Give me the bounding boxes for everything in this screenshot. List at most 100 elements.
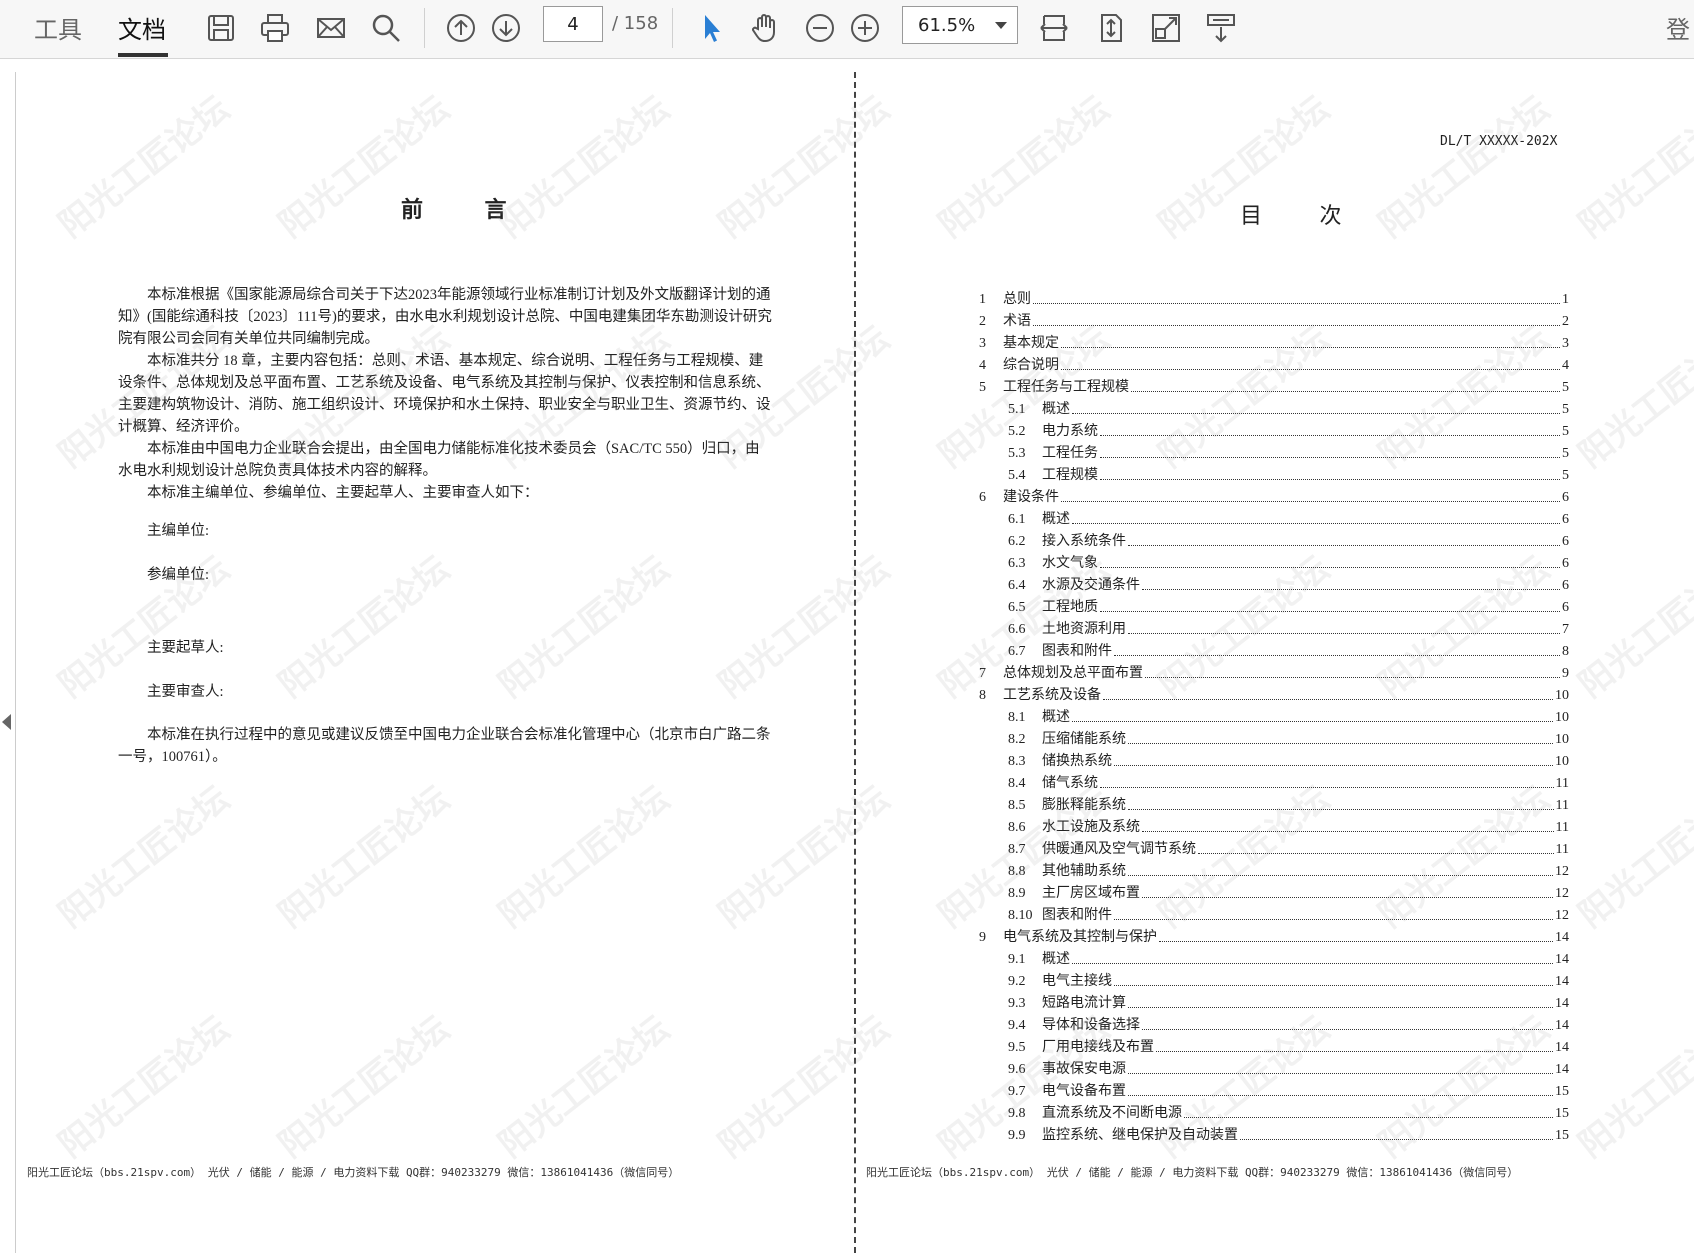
- mail-icon[interactable]: [311, 8, 351, 48]
- preface-paragraph: 本标准主编单位、参编单位、主要起草人、主要审查人如下：: [147, 485, 539, 501]
- toc-page-number: 5: [1562, 402, 1569, 417]
- page-number-input[interactable]: 4: [543, 6, 603, 42]
- toc-entry[interactable]: 7 总体规划及总平面布置 9: [979, 660, 1569, 682]
- page-title: 前 言: [401, 197, 535, 222]
- toc-entry[interactable]: 6.5 工程地质 6: [979, 594, 1569, 616]
- toc-entry[interactable]: 8.5 膨胀释能系统 11: [979, 792, 1569, 814]
- toc-entry-title: 图表和附件: [1042, 908, 1112, 923]
- tab-document[interactable]: 文档: [118, 10, 166, 45]
- prev-page-icon[interactable]: [441, 8, 481, 48]
- toc-entry[interactable]: 6.1 概述 6: [979, 506, 1569, 528]
- toc-page-number: 6: [1562, 600, 1569, 615]
- sidebar-toggle-icon[interactable]: [2, 714, 11, 730]
- toc-entry[interactable]: 9.3 短路电流计算 14: [979, 990, 1569, 1012]
- preface-paragraph: 本标准由中国电力企业联合会提出，由全国电力储能标准化技术委员会（SAC/TC 5…: [118, 441, 760, 479]
- next-page-icon[interactable]: [486, 8, 526, 48]
- save-icon[interactable]: [201, 8, 241, 48]
- toc-entry[interactable]: 5.4 工程规模 5: [979, 462, 1569, 484]
- toc-entry[interactable]: 8.2 压缩储能系统 10: [979, 726, 1569, 748]
- toc-entry-title: 工艺系统及设备: [1003, 688, 1101, 703]
- toc-entry[interactable]: 9.7 电气设备布置 15: [979, 1078, 1569, 1100]
- toc-entry-title: 概述: [1042, 952, 1070, 967]
- toc-entry[interactable]: 9.2 电气主接线 14: [979, 968, 1569, 990]
- toc-leader-dots: [1198, 853, 1554, 854]
- toc-entry-title: 电气主接线: [1042, 974, 1112, 989]
- toc-entry-title: 厂用电接线及布置: [1042, 1040, 1154, 1055]
- hand-icon[interactable]: [745, 8, 785, 48]
- toc-entry[interactable]: 8.10 图表和附件 12: [979, 902, 1569, 924]
- toc-leader-dots: [1128, 633, 1560, 634]
- fit-page-icon[interactable]: [1091, 8, 1131, 48]
- toc-entry[interactable]: 6.6 土地资源利用 7: [979, 616, 1569, 638]
- toc-leader-dots: [1072, 523, 1560, 524]
- toc-entry[interactable]: 8.4 储气系统 11: [979, 770, 1569, 792]
- toc-entry-title: 其他辅助系统: [1042, 864, 1126, 879]
- toc-entry[interactable]: 6 建设条件 6: [979, 484, 1569, 506]
- toc-leader-dots: [1100, 787, 1554, 788]
- toc-entry[interactable]: 5 工程任务与工程规模 5: [979, 374, 1569, 396]
- toc-page-number: 15: [1555, 1106, 1569, 1121]
- toc-entry[interactable]: 8.7 供暖通风及空气调节系统 11: [979, 836, 1569, 858]
- toc-entry-title: 水文气象: [1042, 556, 1098, 571]
- pointer-icon[interactable]: [692, 8, 732, 48]
- zoom-out-icon[interactable]: [800, 8, 840, 48]
- print-icon[interactable]: [255, 8, 295, 48]
- toc-entry[interactable]: 6.3 水文气象 6: [979, 550, 1569, 572]
- toc-number: 3: [979, 336, 986, 351]
- scroll-icon[interactable]: [1201, 8, 1241, 48]
- toc-entry[interactable]: 5.2 电力系统 5: [979, 418, 1569, 440]
- toc-entry-title: 综合说明: [1003, 358, 1059, 373]
- table-of-contents: 1 总则 1 2 术语 2 3 基本规定 3 4 综合说明 4 5 工程任务与工程规模 5 5.1 概述 5 5.2…: [979, 286, 1569, 1144]
- zoom-select[interactable]: 61.5%: [902, 6, 1018, 44]
- search-icon[interactable]: [366, 8, 406, 48]
- toc-entry[interactable]: 8 工艺系统及设备 10: [979, 682, 1569, 704]
- toc-number: 6.2: [1008, 534, 1026, 549]
- toc-entry-title: 水源及交通条件: [1042, 578, 1140, 593]
- toc-entry[interactable]: 8.1 概述 10: [979, 704, 1569, 726]
- feedback-text: 本标准在执行过程中的意见或建议反馈至中国电力企业联合会标准化管理中心（北京市白广…: [118, 724, 772, 768]
- drafters-label: 主要起草人:: [147, 640, 224, 656]
- toc-entry[interactable]: 9.8 直流系统及不间断电源 15: [979, 1100, 1569, 1122]
- toc-entry-title: 主厂房区域布置: [1042, 886, 1140, 901]
- toc-page-number: 12: [1555, 908, 1569, 923]
- toc-entry[interactable]: 5.1 概述 5: [979, 396, 1569, 418]
- preface-paragraph: 本标准共分 18 章，主要内容包括：总则、术语、基本规定、综合说明、工程任务与工…: [118, 353, 771, 435]
- tab-tools[interactable]: 工具: [34, 10, 82, 45]
- login-button[interactable]: 登: [1666, 10, 1690, 45]
- toc-entry[interactable]: 9.1 概述 14: [979, 946, 1569, 968]
- toc-title: 目 次: [1240, 203, 1368, 228]
- toc-entry[interactable]: 5.3 工程任务 5: [979, 440, 1569, 462]
- toc-leader-dots: [1156, 1051, 1553, 1052]
- toc-entry[interactable]: 2 术语 2: [979, 308, 1569, 330]
- toc-entry[interactable]: 4 综合说明 4: [979, 352, 1569, 374]
- toc-entry[interactable]: 1 总则 1: [979, 286, 1569, 308]
- toc-entry-title: 直流系统及不间断电源: [1042, 1106, 1182, 1121]
- toc-entry[interactable]: 6.4 水源及交通条件 6: [979, 572, 1569, 594]
- toc-entry[interactable]: 9.9 监控系统、继电保护及自动装置 15: [979, 1122, 1569, 1144]
- toc-entry[interactable]: 3 基本规定 3: [979, 330, 1569, 352]
- toc-entry[interactable]: 9.5 厂用电接线及布置 14: [979, 1034, 1569, 1056]
- toc-leader-dots: [1128, 1073, 1553, 1074]
- toc-number: 8.9: [1008, 886, 1026, 901]
- toc-entry[interactable]: 9 电气系统及其控制与保护 14: [979, 924, 1569, 946]
- toc-leader-dots: [1114, 919, 1553, 920]
- zoom-in-icon[interactable]: [845, 8, 885, 48]
- fullscreen-icon[interactable]: [1146, 8, 1186, 48]
- toc-entry-title: 总体规划及总平面布置: [1003, 666, 1143, 681]
- toc-entry[interactable]: 8.6 水工设施及系统 11: [979, 814, 1569, 836]
- toc-page-number: 6: [1562, 578, 1569, 593]
- toc-page-number: 14: [1555, 930, 1569, 945]
- toc-entry[interactable]: 8.9 主厂房区域布置 12: [979, 880, 1569, 902]
- toc-entry[interactable]: 6.2 接入系统条件 6: [979, 528, 1569, 550]
- toc-entry[interactable]: 8.3 储换热系统 10: [979, 748, 1569, 770]
- toc-number: 8.5: [1008, 798, 1026, 813]
- toc-leader-dots: [1184, 1117, 1553, 1118]
- toolbar-separator: [672, 8, 673, 48]
- toc-entry[interactable]: 8.8 其他辅助系统 12: [979, 858, 1569, 880]
- toc-entry[interactable]: 6.7 图表和附件 8: [979, 638, 1569, 660]
- toc-number: 2: [979, 314, 986, 329]
- fit-width-icon[interactable]: [1034, 8, 1074, 48]
- reviewers-label: 主要审查人:: [147, 684, 224, 700]
- toc-entry[interactable]: 9.4 导体和设备选择 14: [979, 1012, 1569, 1034]
- toc-entry[interactable]: 9.6 事故保安电源 14: [979, 1056, 1569, 1078]
